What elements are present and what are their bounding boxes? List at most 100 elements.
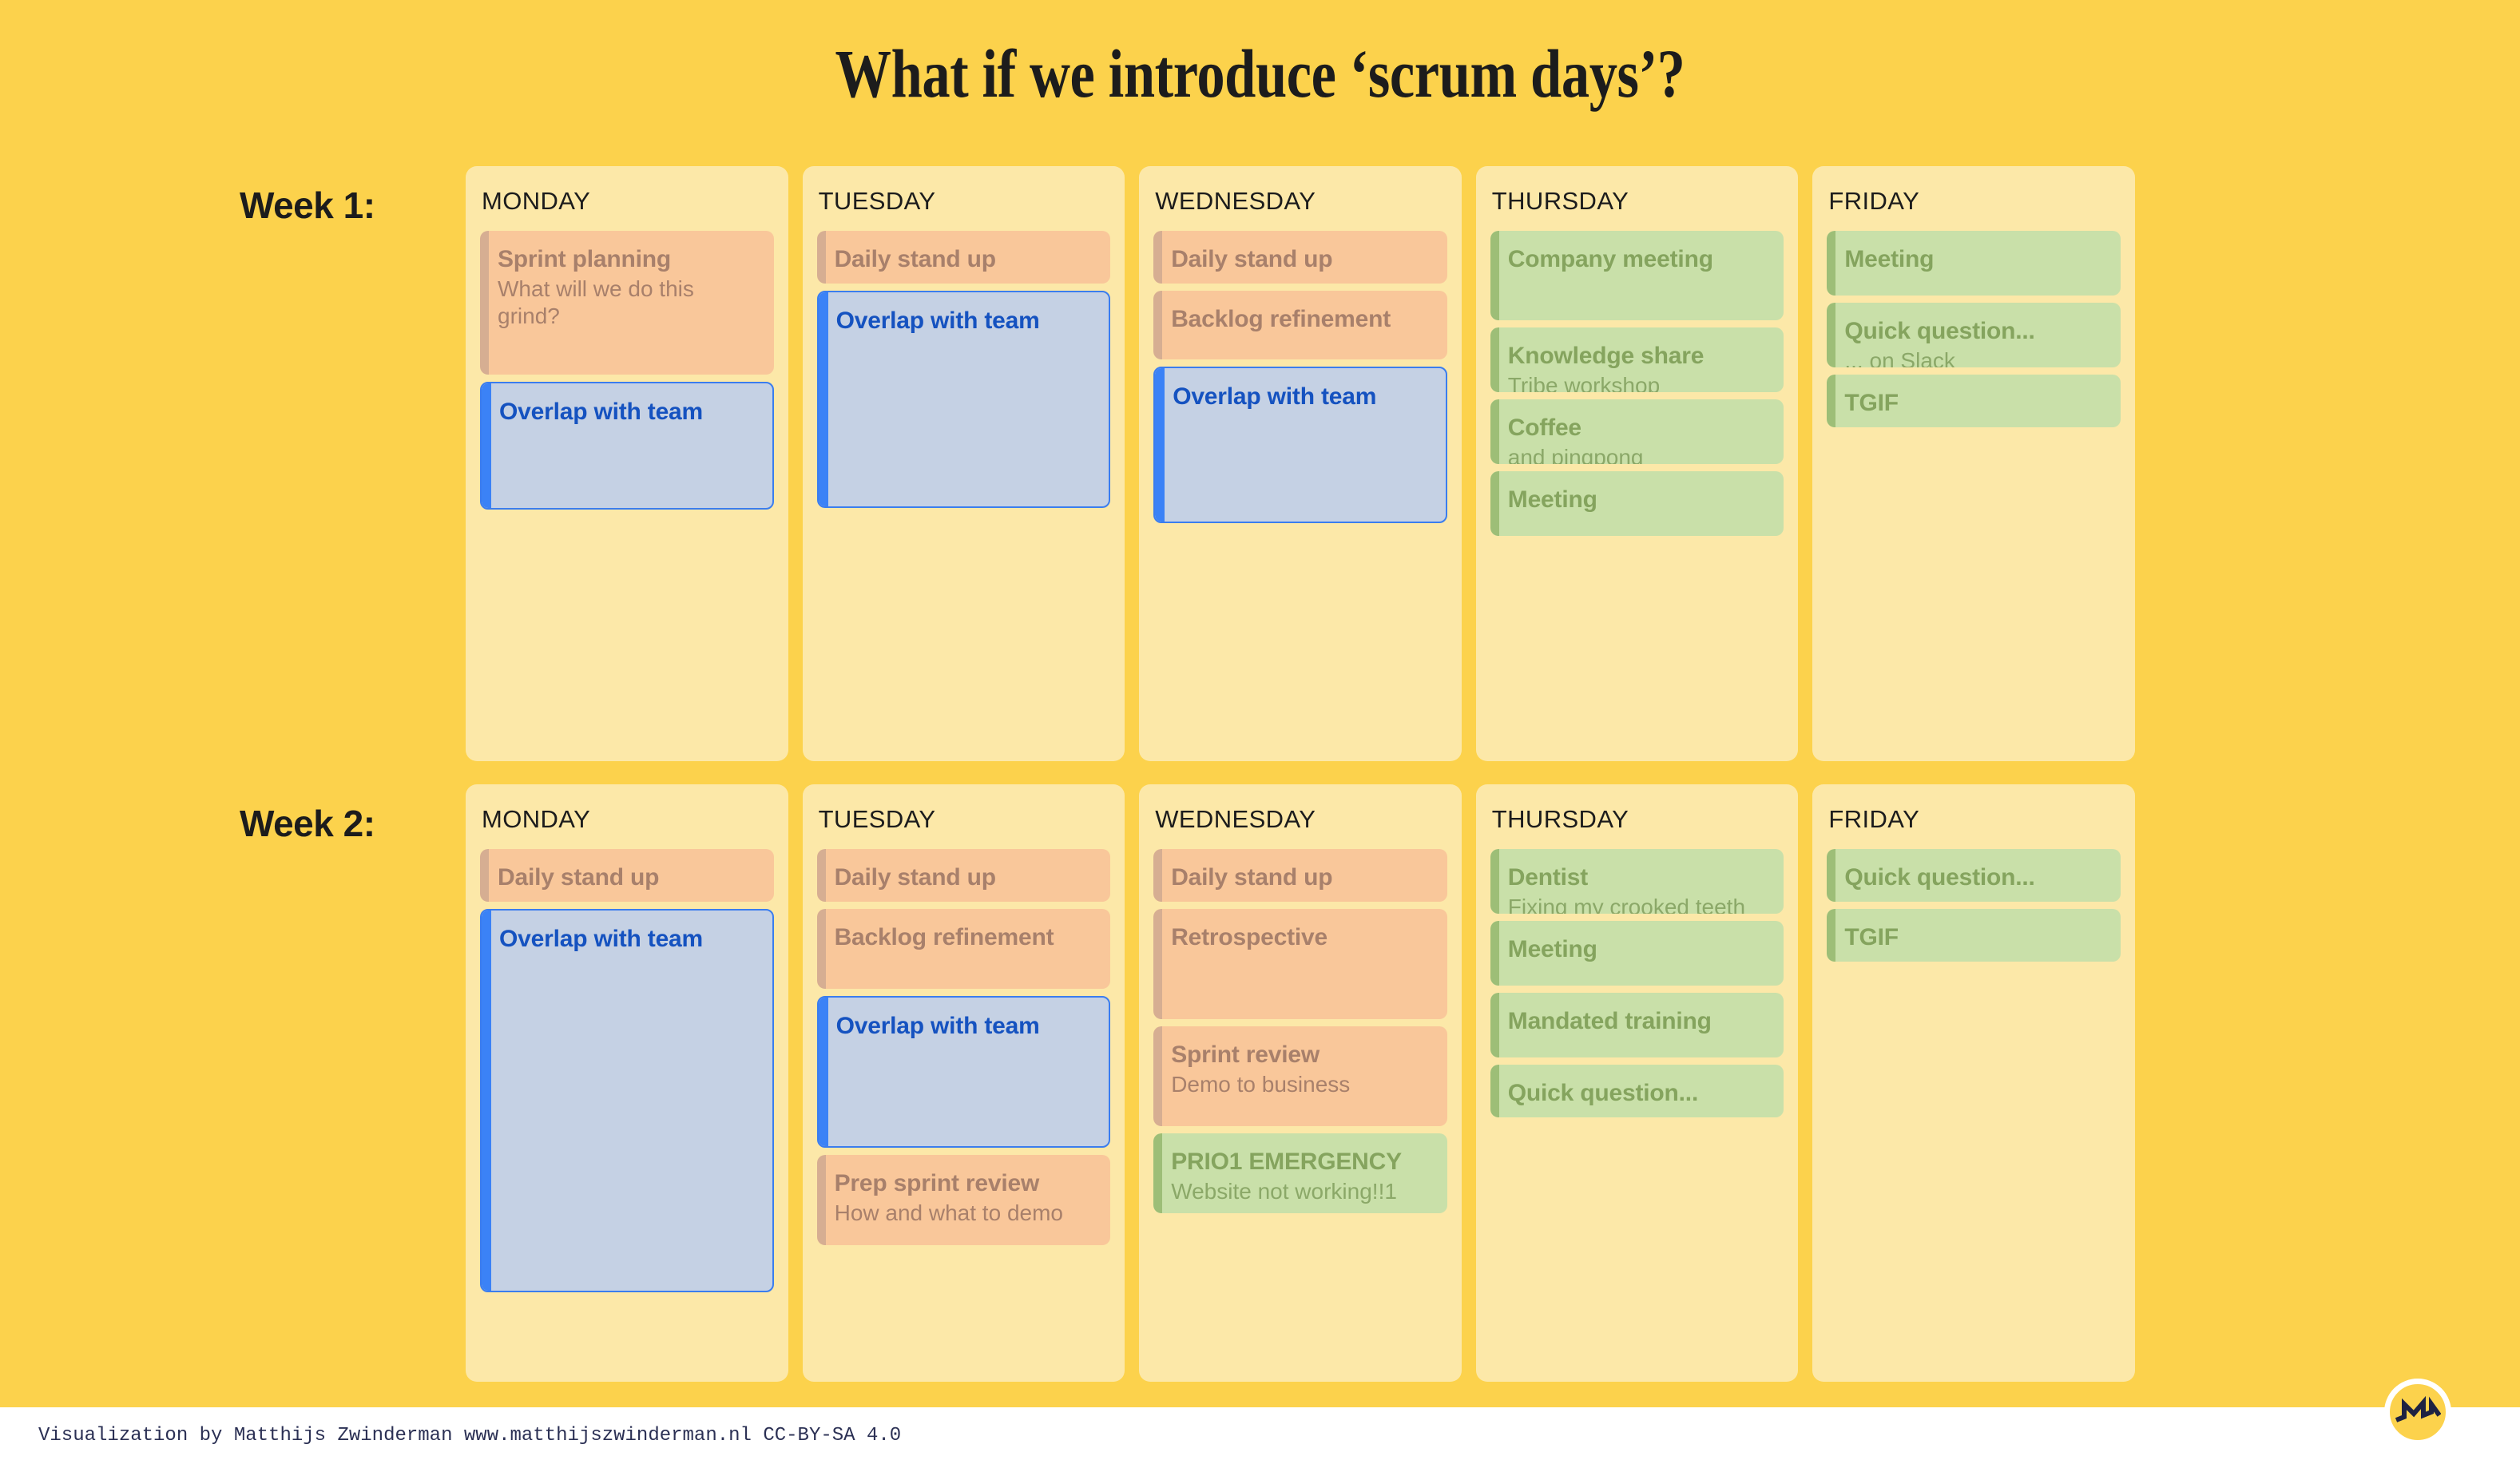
day-header: WEDNESDAY bbox=[1155, 187, 1316, 215]
event-title: Meeting bbox=[1507, 936, 1597, 962]
event-card[interactable]: Quick question... bbox=[1827, 849, 2121, 902]
event-card[interactable]: Knowledge share Tribe workshop bbox=[1490, 327, 1784, 392]
event-list: Daily stand up Backlog refinement Overlap … bbox=[816, 849, 1111, 1245]
credit-text: Visualization by Matthijs Zwinderman www… bbox=[38, 1425, 902, 1446]
event-card[interactable]: Overlap with team bbox=[480, 909, 774, 1292]
event-title: Daily stand up bbox=[834, 246, 996, 272]
event-title: Coffee bbox=[1507, 415, 1581, 441]
day-column-wednesday: WEDNESDAY Daily stand up Retrospective Spri… bbox=[1139, 784, 1462, 1382]
event-title: Meeting bbox=[1844, 246, 1935, 272]
event-card[interactable]: Daily stand up bbox=[816, 849, 1111, 902]
day-column-monday: MONDAY Daily stand up Overlap with team bbox=[466, 784, 788, 1382]
day-column-monday: MONDAY Sprint planning What will we do thi… bbox=[466, 166, 788, 761]
event-subtitle: Fixing my crooked teeth bbox=[1507, 894, 1746, 914]
event-card[interactable]: Retrospective bbox=[1153, 909, 1447, 1019]
event-title: Dentist bbox=[1507, 864, 1589, 891]
event-list: Daily stand up Overlap with team bbox=[480, 849, 774, 1292]
footer-bar: Visualization by Matthijs Zwinderman www… bbox=[0, 1407, 2520, 1468]
day-column-wednesday: WEDNESDAY Daily stand up Backlog refinemen… bbox=[1139, 166, 1462, 761]
event-list: Sprint planning What will we do this grin… bbox=[480, 231, 774, 510]
event-list: Company meeting Knowledge share Tribe work… bbox=[1490, 231, 1784, 536]
event-card[interactable]: Sprint planning What will we do this grin… bbox=[480, 231, 774, 375]
event-title: TGIF bbox=[1844, 924, 1899, 950]
day-header: FRIDAY bbox=[1828, 805, 1920, 833]
event-list: Quick question... TGIF bbox=[1827, 849, 2121, 962]
event-title: Backlog refinement bbox=[834, 924, 1054, 950]
event-title: Quick question... bbox=[1507, 1080, 1699, 1106]
event-subtitle: ... on Slack bbox=[1844, 347, 1955, 367]
event-list: Daily stand up Overlap with team bbox=[816, 231, 1111, 508]
event-subtitle: What will we do this grind? bbox=[498, 276, 694, 328]
event-title: PRIO1 EMERGENCY bbox=[1171, 1149, 1402, 1175]
event-card[interactable]: TGIF bbox=[1827, 909, 2121, 962]
event-card[interactable]: Overlap with team bbox=[480, 382, 774, 510]
event-title: Quick question... bbox=[1844, 864, 2035, 891]
event-title: Company meeting bbox=[1507, 246, 1713, 272]
event-title: Daily stand up bbox=[1171, 246, 1333, 272]
day-header: THURSDAY bbox=[1491, 187, 1629, 215]
day-header: TUESDAY bbox=[818, 805, 936, 833]
event-card[interactable]: Backlog refinement bbox=[816, 909, 1111, 989]
event-title: Daily stand up bbox=[834, 864, 996, 891]
day-column-friday: FRIDAY Meeting Quick question... ... on Sla… bbox=[1812, 166, 2135, 761]
event-card[interactable]: Quick question... bbox=[1490, 1065, 1784, 1117]
event-card[interactable]: PRIO1 EMERGENCY Website not working!!1 bbox=[1153, 1133, 1447, 1213]
event-card[interactable]: Backlog refinement bbox=[1153, 291, 1447, 359]
week-row-1: MONDAY Sprint planning What will we do thi… bbox=[466, 166, 2135, 761]
event-title: Sprint planning bbox=[498, 246, 671, 272]
event-title: Retrospective bbox=[1171, 924, 1328, 950]
event-card[interactable]: Daily stand up bbox=[1153, 231, 1447, 284]
event-card[interactable]: Daily stand up bbox=[480, 849, 774, 902]
event-title: Meeting bbox=[1507, 486, 1597, 513]
day-column-tuesday: TUESDAY Daily stand up Overlap with team bbox=[802, 166, 1125, 761]
event-title: Overlap with team bbox=[835, 1013, 1040, 1039]
event-subtitle: How and what to demo bbox=[834, 1200, 1063, 1225]
day-header: FRIDAY bbox=[1828, 187, 1920, 215]
event-title: Overlap with team bbox=[835, 307, 1040, 334]
event-card[interactable]: Dentist Fixing my crooked teeth bbox=[1490, 849, 1784, 914]
event-subtitle: and pingpong bbox=[1507, 444, 1644, 464]
event-title: Overlap with team bbox=[1173, 383, 1377, 410]
week-label-1: Week 1: bbox=[240, 184, 375, 226]
event-card[interactable]: Meeting bbox=[1827, 231, 2121, 296]
event-card[interactable]: Coffee and pingpong bbox=[1490, 399, 1784, 464]
day-column-friday: FRIDAY Quick question... TGIF bbox=[1812, 784, 2135, 1382]
page-title: What if we introduce ‘scrum days’? bbox=[835, 35, 1685, 112]
event-title: Overlap with team bbox=[499, 399, 704, 425]
event-title: Knowledge share bbox=[1507, 343, 1704, 369]
event-list: Daily stand up Retrospective Sprint review… bbox=[1153, 849, 1447, 1213]
day-column-thursday: THURSDAY Dentist Fixing my crooked teeth Me… bbox=[1475, 784, 1799, 1382]
event-title: Overlap with team bbox=[499, 926, 704, 952]
event-card[interactable]: TGIF bbox=[1827, 375, 2121, 427]
event-card[interactable]: Overlap with team bbox=[816, 291, 1111, 508]
event-title: Prep sprint review bbox=[834, 1170, 1040, 1196]
week-row-2: MONDAY Daily stand up Overlap with team TUE… bbox=[466, 784, 2135, 1382]
event-card[interactable]: Overlap with team bbox=[1153, 367, 1447, 523]
event-card[interactable]: Daily stand up bbox=[1153, 849, 1447, 902]
day-header: TUESDAY bbox=[818, 187, 936, 215]
day-column-tuesday: TUESDAY Daily stand up Backlog refinement O… bbox=[802, 784, 1125, 1382]
poster-stage: What if we introduce ‘scrum days’? Week … bbox=[0, 0, 2520, 1468]
event-title: Daily stand up bbox=[1171, 864, 1333, 891]
event-card[interactable]: Prep sprint review How and what to demo bbox=[816, 1155, 1111, 1245]
week-label-2: Week 2: bbox=[240, 803, 375, 844]
event-list: Meeting Quick question... ... on Slack TGIF bbox=[1827, 231, 2121, 427]
event-subtitle: Website not working!!1 bbox=[1171, 1178, 1397, 1204]
event-card[interactable]: Meeting bbox=[1490, 921, 1784, 986]
crown-monogram-logo-icon bbox=[2384, 1379, 2451, 1446]
event-card[interactable]: Quick question... ... on Slack bbox=[1827, 303, 2121, 367]
day-header: MONDAY bbox=[482, 805, 591, 833]
event-card[interactable]: Overlap with team bbox=[816, 996, 1111, 1148]
day-column-thursday: THURSDAY Company meeting Knowledge share Tr… bbox=[1475, 166, 1799, 761]
event-card[interactable]: Mandated training bbox=[1490, 993, 1784, 1057]
event-title: TGIF bbox=[1844, 390, 1899, 416]
event-card[interactable]: Company meeting bbox=[1490, 231, 1784, 320]
event-card[interactable]: Meeting bbox=[1490, 471, 1784, 536]
event-title: Quick question... bbox=[1844, 318, 2035, 344]
event-subtitle: Demo to business bbox=[1171, 1071, 1351, 1097]
event-card[interactable]: Sprint review Demo to business bbox=[1153, 1026, 1447, 1126]
event-card[interactable]: Daily stand up bbox=[816, 231, 1111, 284]
event-list: Daily stand up Backlog refinement Overlap … bbox=[1153, 231, 1447, 523]
event-list: Dentist Fixing my crooked teeth Meeting Man… bbox=[1490, 849, 1784, 1117]
event-title: Backlog refinement bbox=[1171, 306, 1391, 332]
